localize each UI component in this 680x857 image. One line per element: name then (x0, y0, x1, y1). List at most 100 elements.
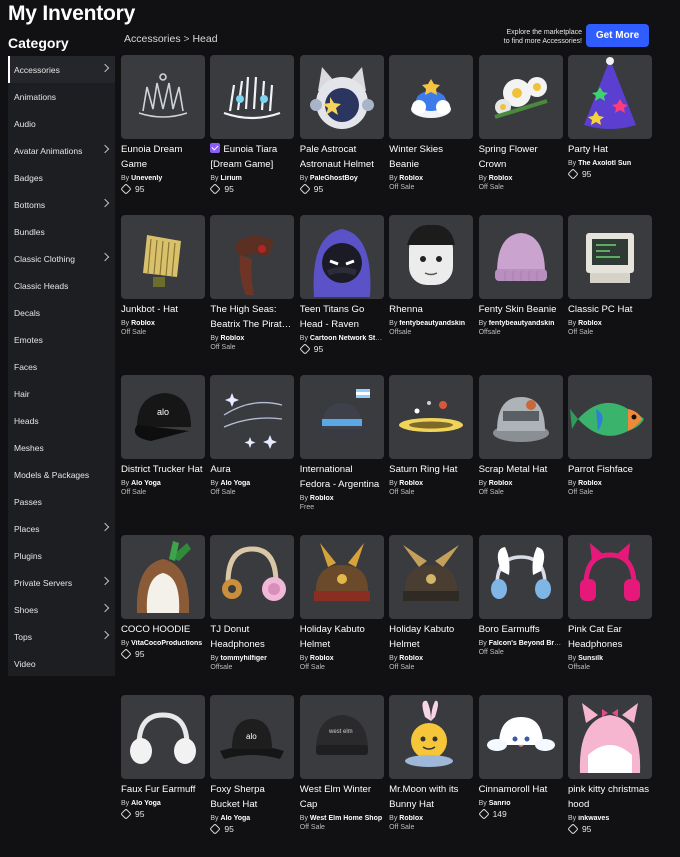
item-thumbnail[interactable]: alo (121, 375, 205, 459)
item-card[interactable]: Boro Earmuffs By Falcon's Beyond Brands Of… (478, 535, 563, 695)
item-name[interactable]: Cinnamoroll Hat (479, 782, 563, 797)
item-card[interactable]: Aura By Alo Yoga Off Sale (210, 375, 295, 535)
item-card[interactable]: alo Foxy Sherpa Bucket Hat By Alo Yoga 95 (209, 695, 295, 855)
item-name[interactable]: Junkbot - Hat (121, 302, 205, 317)
item-card[interactable]: pink kitty christmas hood By inkwaves 95 (567, 695, 652, 855)
sidebar-item-classic-heads[interactable]: Classic Heads (8, 272, 115, 299)
item-name[interactable]: Winter Skies Beanie (389, 142, 473, 172)
item-card[interactable]: Teen Titans Go Head - Raven By Cartoon Ne… (299, 215, 384, 375)
sidebar-item-badges[interactable]: Badges (8, 164, 115, 191)
item-name[interactable]: International Fedora - Argentina (300, 462, 384, 492)
creator-name[interactable]: Lirium (221, 175, 242, 182)
sidebar-item-decals[interactable]: Decals (8, 299, 115, 326)
item-name[interactable]: Party Hat (568, 142, 652, 157)
item-card[interactable]: alo District Trucker Hat By Alo Yoga Off Sa… (121, 375, 205, 535)
sidebar-item-plugins[interactable]: Plugins (8, 542, 115, 569)
item-thumbnail[interactable] (478, 535, 563, 619)
item-thumbnail[interactable] (210, 375, 295, 459)
item-card[interactable]: Holiday Kabuto Helmet By Roblox Off Sale (299, 535, 384, 695)
creator-name[interactable]: Roblox (399, 815, 423, 822)
item-thumbnail[interactable] (567, 535, 652, 619)
creator-name[interactable]: The Axolotl Sun (578, 160, 631, 167)
creator-name[interactable]: fentybeautyandskin (489, 320, 555, 327)
item-thumbnail[interactable] (567, 695, 652, 779)
item-card[interactable]: Scrap Metal Hat By Roblox Off Sale (478, 375, 563, 535)
creator-name[interactable]: Alo Yoga (221, 480, 251, 487)
item-thumbnail[interactable] (389, 55, 474, 139)
item-name[interactable]: pink kitty christmas hood (568, 782, 652, 812)
item-thumbnail[interactable] (478, 55, 563, 139)
item-name[interactable]: Parrot Fishface (568, 462, 652, 477)
sidebar-item-hair[interactable]: Hair (8, 380, 115, 407)
sidebar-item-models-packages[interactable]: Models & Packages (8, 461, 115, 488)
creator-name[interactable]: PaleGhostBoy (310, 175, 358, 182)
item-name[interactable]: Fenty Skin Beanie (479, 302, 563, 317)
item-thumbnail[interactable]: alo (210, 695, 295, 779)
item-card[interactable]: Cinnamoroll Hat By Sanrio 149 (477, 695, 563, 855)
item-name[interactable]: Classic PC Hat (568, 302, 652, 317)
creator-name[interactable]: Roblox (399, 480, 423, 487)
item-card[interactable]: Winter Skies Beanie By Roblox Off Sale (389, 55, 474, 215)
item-card[interactable]: Saturn Ring Hat By Roblox Off Sale (389, 375, 474, 535)
item-card[interactable]: Faux Fur Earmuff By Alo Yoga 95 (120, 695, 205, 855)
item-thumbnail[interactable] (478, 375, 563, 459)
item-name[interactable]: Teen Titans Go Head - Raven (300, 302, 384, 332)
sidebar-item-video[interactable]: Video (8, 650, 115, 677)
item-thumbnail[interactable] (299, 55, 384, 139)
item-name[interactable]: Holiday Kabuto Helmet (300, 622, 384, 652)
item-thumbnail[interactable] (389, 695, 474, 779)
item-thumbnail[interactable] (299, 215, 384, 299)
sidebar-item-animations[interactable]: Animations (8, 83, 115, 110)
item-name[interactable]: Scrap Metal Hat (479, 462, 563, 477)
item-name[interactable]: Pale Astrocat Astronaut Helmet (300, 142, 384, 172)
item-thumbnail[interactable] (210, 55, 295, 139)
item-card[interactable]: The High Seas: Beatrix The Pirate Queen B… (210, 215, 295, 375)
item-thumbnail[interactable] (567, 215, 652, 299)
creator-name[interactable]: Roblox (399, 175, 423, 182)
creator-name[interactable]: inkwaves (578, 815, 609, 822)
item-thumbnail[interactable] (121, 695, 205, 779)
item-card[interactable]: COCO HOODIE By VitaCocoProductions 95 (120, 535, 205, 695)
creator-name[interactable]: Roblox (310, 495, 334, 502)
item-card[interactable]: Pale Astrocat Astronaut Helmet By PaleGho… (299, 55, 384, 215)
item-name[interactable]: Boro Earmuffs (479, 622, 563, 637)
item-card[interactable]: Eunoia Tiara [Dream Game] By Lirium 95 (209, 55, 295, 215)
item-card[interactable]: International Fedora - Argentina By Roblo… (299, 375, 384, 535)
item-name[interactable]: Aura (210, 462, 294, 477)
creator-name[interactable]: Sunsilk (578, 655, 603, 662)
sidebar-item-classic-clothing[interactable]: Classic Clothing (8, 245, 115, 272)
creator-name[interactable]: Roblox (221, 335, 245, 342)
item-card[interactable]: Fenty Skin Beanie By fentybeautyandskin Of… (478, 215, 563, 375)
item-name[interactable]: Rhenna (389, 302, 473, 317)
item-name[interactable]: Faux Fur Earmuff (121, 782, 205, 797)
sidebar-item-meshes[interactable]: Meshes (8, 434, 115, 461)
item-card[interactable]: TJ Donut Headphones By tommyhilfiger Offsa… (210, 535, 295, 695)
creator-name[interactable]: West Elm Home Shop (310, 815, 382, 822)
creator-name[interactable]: Roblox (489, 175, 513, 182)
creator-name[interactable]: Alo Yoga (221, 815, 251, 822)
sidebar-item-bottoms[interactable]: Bottoms (8, 191, 115, 218)
creator-name[interactable]: Roblox (489, 480, 513, 487)
item-thumbnail[interactable] (389, 375, 474, 459)
sidebar-item-bundles[interactable]: Bundles (8, 218, 115, 245)
creator-name[interactable]: Roblox (578, 480, 602, 487)
item-thumbnail[interactable] (299, 535, 384, 619)
item-name[interactable]: Mr.Moon with its Bunny Hat (389, 782, 473, 812)
sidebar-item-shoes[interactable]: Shoes (8, 596, 115, 623)
sidebar-item-heads[interactable]: Heads (8, 407, 115, 434)
sidebar-item-private-servers[interactable]: Private Servers (8, 569, 115, 596)
item-thumbnail[interactable] (389, 535, 474, 619)
item-thumbnail[interactable] (210, 215, 295, 299)
item-thumbnail[interactable] (121, 215, 205, 299)
item-thumbnail[interactable] (210, 535, 295, 619)
item-card[interactable]: Eunoia Dream Game By Unevenly 95 (120, 55, 205, 215)
creator-name[interactable]: Cartoon Network Studios (310, 335, 384, 342)
creator-name[interactable]: Alo Yoga (131, 800, 161, 807)
creator-name[interactable]: tommyhilfiger (221, 655, 267, 662)
item-name[interactable]: Pink Cat Ear Headphones (568, 622, 652, 652)
item-card[interactable]: Parrot Fishface By Roblox Off Sale (567, 375, 652, 535)
item-card[interactable]: Rhenna By fentybeautyandskin Offsale (389, 215, 474, 375)
item-name[interactable]: TJ Donut Headphones (210, 622, 294, 652)
creator-name[interactable]: Falcon's Beyond Brands (489, 640, 563, 647)
item-thumbnail[interactable] (299, 375, 384, 459)
